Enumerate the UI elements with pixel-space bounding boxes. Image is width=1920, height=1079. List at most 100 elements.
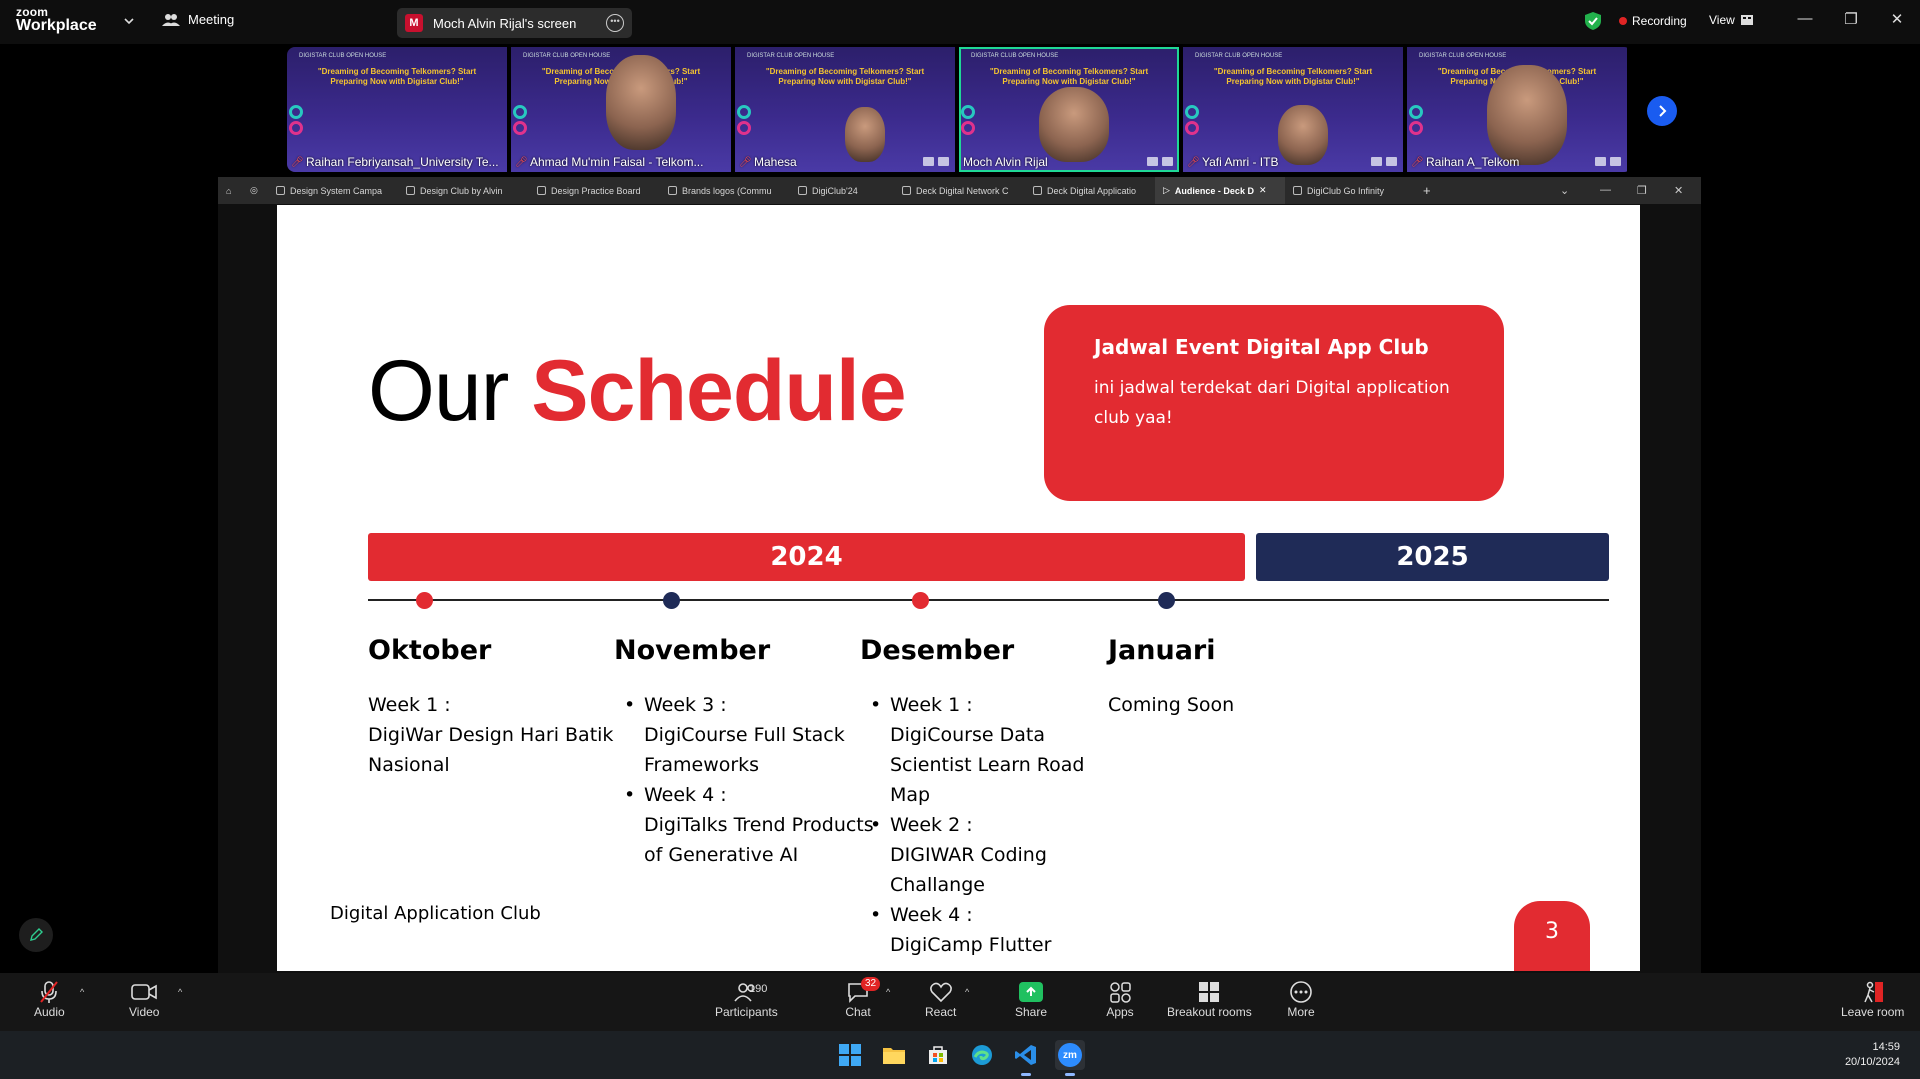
participant-name: Raihan Febriyansah_University Te... bbox=[306, 155, 499, 169]
browser-tab[interactable]: Brands logos (Commu bbox=[660, 177, 790, 204]
browser-tab-active[interactable]: ▷ Audience - Deck D ✕ bbox=[1155, 177, 1285, 204]
tab-favicon-icon bbox=[668, 186, 677, 195]
participant-name-tag: 🎤︎ Yafi Amri - ITB bbox=[1187, 155, 1399, 169]
title-accent: Schedule bbox=[531, 343, 906, 439]
file-explorer-icon[interactable] bbox=[879, 1040, 909, 1070]
chat-options-caret-icon[interactable]: ^ bbox=[886, 987, 890, 997]
leave-room-button[interactable]: Leave room bbox=[1841, 979, 1904, 1019]
close-browser-icon[interactable]: ✕ bbox=[1674, 184, 1683, 197]
minimize-browser-icon[interactable]: — bbox=[1600, 184, 1611, 196]
video-label: Video bbox=[129, 1005, 160, 1019]
annotate-pen-icon[interactable] bbox=[19, 918, 53, 952]
system-clock[interactable]: 14:59 20/10/2024 bbox=[1845, 1040, 1900, 1070]
meeting-button[interactable]: Meeting bbox=[162, 12, 234, 27]
participant-name: Raihan A_Telkom bbox=[1426, 155, 1520, 169]
react-button[interactable]: React bbox=[925, 979, 956, 1019]
participant-name: Yafi Amri - ITB bbox=[1202, 155, 1279, 169]
browser-tab[interactable]: DigiClub Go Infinity bbox=[1285, 177, 1415, 204]
slide-page-number: 3 bbox=[1514, 901, 1590, 971]
apps-label: Apps bbox=[1106, 1005, 1134, 1019]
breakout-rooms-icon bbox=[1194, 979, 1224, 1005]
video-options-caret-icon[interactable]: ^ bbox=[178, 987, 182, 997]
video-status-icons bbox=[1371, 157, 1397, 166]
video-status-icons bbox=[923, 157, 949, 166]
home-icon[interactable]: ⌂ bbox=[218, 177, 242, 204]
timeline-dot bbox=[912, 592, 929, 609]
view-label: View bbox=[1709, 13, 1735, 27]
participant-video bbox=[1487, 65, 1567, 165]
participants-button[interactable]: 190 Participants bbox=[715, 979, 778, 1019]
restore-browser-icon[interactable]: ❐ bbox=[1637, 184, 1647, 197]
participant-thumbnail[interactable]: DIGISTAR CLUB OPEN HOUSE "Dreaming of Be… bbox=[735, 47, 955, 172]
participant-thumbnail[interactable]: DIGISTAR CLUB OPEN HOUSE "Dreaming of Be… bbox=[1407, 47, 1627, 172]
close-window-icon[interactable]: ✕ bbox=[1885, 10, 1909, 28]
edge-browser-icon[interactable] bbox=[967, 1040, 997, 1070]
thumb-banner-title: "Dreaming of Becoming Telkomers? Start P… bbox=[1213, 67, 1373, 86]
audio-options-caret-icon[interactable]: ^ bbox=[80, 987, 84, 997]
next-page-arrow-icon[interactable] bbox=[1647, 96, 1677, 126]
microsoft-store-icon[interactable] bbox=[923, 1040, 953, 1070]
zoom-workplace-logo[interactable]: zoom Workplace bbox=[16, 6, 97, 34]
encryption-shield-icon[interactable] bbox=[1584, 11, 1602, 31]
clock-date: 20/10/2024 bbox=[1844, 1056, 1900, 1068]
participant-thumbnail[interactable]: DIGISTAR CLUB OPEN HOUSE "Dreaming of Be… bbox=[1183, 47, 1403, 172]
timeline-dot bbox=[1158, 592, 1175, 609]
decorative-circles bbox=[961, 105, 977, 135]
browser-tab-bar: ⌂ ◎ Design System Campa Design Club by A… bbox=[218, 177, 1701, 204]
participant-thumbnail[interactable]: DIGISTAR CLUB OPEN HOUSE "Dreaming of Be… bbox=[287, 47, 507, 172]
participant-thumbnail-active-speaker[interactable]: DIGISTAR CLUB OPEN HOUSE "Dreaming of Be… bbox=[959, 47, 1179, 172]
logo-line-2: Workplace bbox=[16, 17, 97, 34]
apps-button[interactable]: Apps bbox=[1105, 979, 1135, 1019]
tab-list-chevron-icon[interactable]: ⌄ bbox=[1560, 184, 1569, 197]
audio-button[interactable]: Audio bbox=[34, 979, 65, 1019]
thumb-banner-header: DIGISTAR CLUB OPEN HOUSE bbox=[523, 53, 611, 59]
decorative-circles bbox=[1185, 105, 1201, 135]
browser-tab[interactable]: Design Practice Board bbox=[529, 177, 660, 204]
participant-video bbox=[606, 55, 676, 150]
timeline-dot bbox=[416, 592, 433, 609]
browser-tab[interactable]: Deck Digital Applicatio bbox=[1025, 177, 1155, 204]
minimize-window-icon[interactable]: — bbox=[1793, 10, 1817, 27]
screen-share-indicator[interactable]: M Moch Alvin Rijal's screen ••• bbox=[397, 8, 632, 38]
windows-taskbar: zm 14:59 20/10/2024 bbox=[0, 1031, 1920, 1079]
chevron-down-icon[interactable] bbox=[122, 14, 136, 28]
schedule-item: Week 3 : DigiCourse Full Stack Framework… bbox=[614, 690, 874, 780]
event-info-card: Jadwal Event Digital App Club ini jadwal… bbox=[1044, 305, 1504, 501]
recording-indicator[interactable]: Recording bbox=[1619, 14, 1687, 28]
grid-view-icon bbox=[1740, 15, 1753, 25]
zoom-app-icon[interactable]: zm bbox=[1055, 1040, 1085, 1076]
schedule-text: Coming Soon bbox=[1108, 694, 1235, 716]
breakout-rooms-label: Breakout rooms bbox=[1167, 1005, 1252, 1019]
schedule-item: Week 4 : DigiCamp Flutter bbox=[860, 900, 1120, 960]
mic-muted-icon: 🎤︎ bbox=[515, 156, 528, 168]
more-button[interactable]: More bbox=[1286, 979, 1316, 1019]
globe-icon[interactable]: ◎ bbox=[242, 177, 268, 204]
browser-tab[interactable]: Design Club by Alvin bbox=[398, 177, 529, 204]
participants-count: 190 bbox=[749, 983, 768, 995]
share-button[interactable]: Share bbox=[1015, 979, 1047, 1019]
mic-muted-icon: 🎤︎ bbox=[1411, 156, 1424, 168]
chat-button[interactable]: 32 Chat bbox=[843, 977, 881, 1019]
react-options-caret-icon[interactable]: ^ bbox=[965, 987, 969, 997]
participant-name: Moch Alvin Rijal bbox=[963, 155, 1048, 169]
participant-thumbnail[interactable]: DIGISTAR CLUB OPEN HOUSE "Dreaming of Be… bbox=[511, 47, 731, 172]
vscode-icon[interactable] bbox=[1011, 1040, 1041, 1076]
windows-start-icon[interactable] bbox=[835, 1040, 865, 1070]
restore-window-icon[interactable]: ❐ bbox=[1839, 10, 1863, 28]
decorative-circles bbox=[737, 105, 753, 135]
schedule-list: Week 3 : DigiCourse Full Stack Framework… bbox=[614, 690, 874, 870]
tab-favicon-icon bbox=[1293, 186, 1302, 195]
more-options-icon[interactable]: ••• bbox=[606, 14, 624, 32]
title-plain: Our bbox=[368, 343, 509, 439]
view-button[interactable]: View bbox=[1709, 13, 1753, 27]
audio-label: Audio bbox=[34, 1005, 65, 1019]
month-heading: Desember bbox=[860, 635, 1015, 666]
browser-tab[interactable]: Deck Digital Network C bbox=[894, 177, 1025, 204]
breakout-rooms-button[interactable]: Breakout rooms bbox=[1167, 979, 1252, 1019]
clock-time: 14:59 bbox=[1872, 1041, 1900, 1053]
browser-tab[interactable]: Design System Campa bbox=[268, 177, 398, 204]
video-button[interactable]: Video bbox=[129, 979, 159, 1019]
browser-tab[interactable]: DigiClub'24 bbox=[790, 177, 894, 204]
close-tab-icon[interactable]: ✕ bbox=[1259, 185, 1267, 196]
new-tab-icon[interactable]: + bbox=[1415, 177, 1439, 204]
